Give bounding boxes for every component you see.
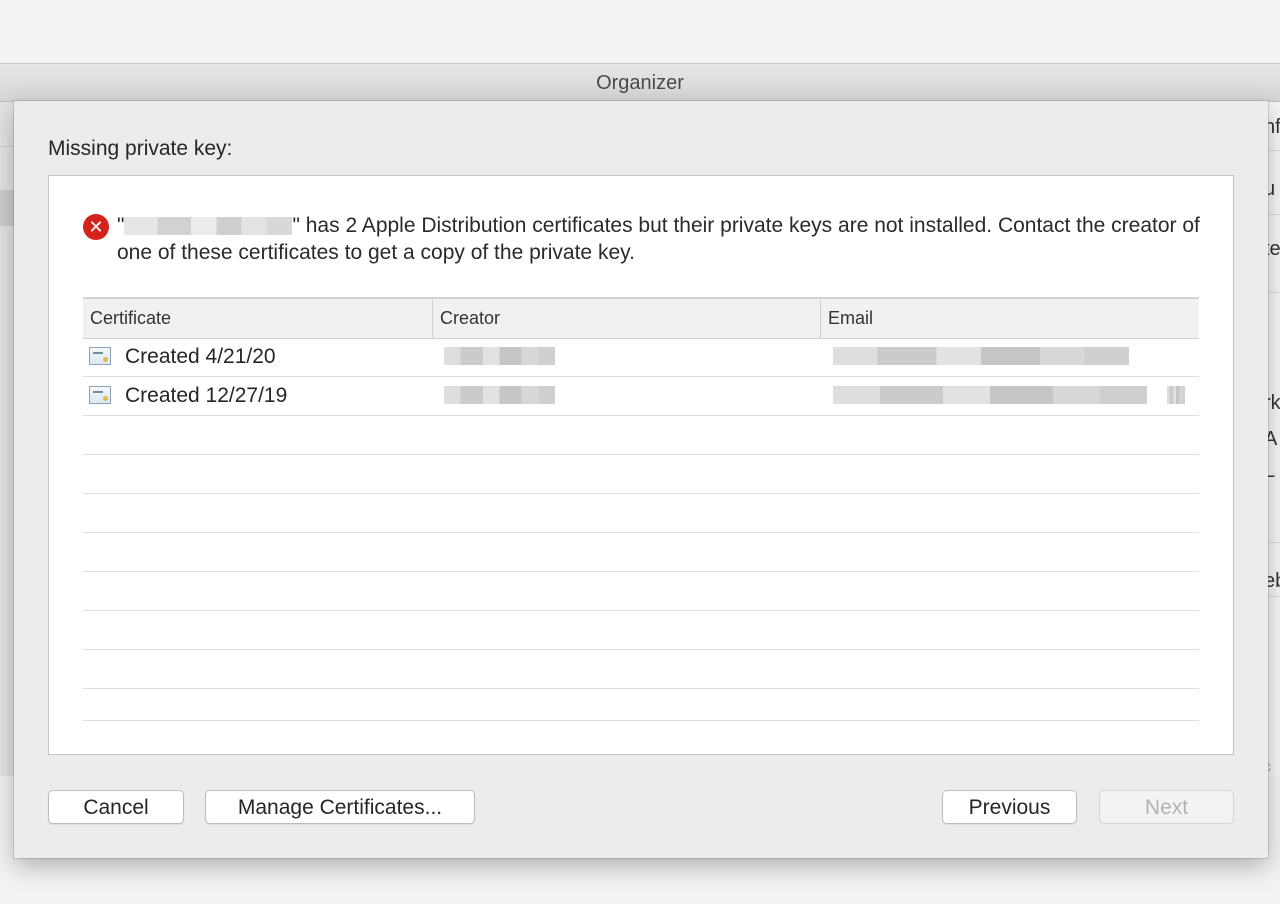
inspector-fragment: nf [1268, 116, 1280, 138]
redacted-email [833, 347, 1129, 365]
empty-table-row [83, 455, 1199, 494]
content-box: ✕ " " has 2 Apple Distribution certificat… [48, 175, 1234, 755]
background-inspector: nf u te rk A L eb c [1268, 102, 1280, 776]
inspector-fragment: c [1268, 758, 1271, 774]
error-icon: ✕ [83, 214, 109, 240]
cancel-button[interactable]: Cancel [48, 790, 184, 824]
error-message-text: " " has 2 Apple Distribution certificates… [117, 212, 1203, 266]
certificate-label: Created 4/21/20 [125, 345, 276, 368]
inspector-fragment: u [1268, 178, 1276, 200]
window-titlebar: Organizer [0, 64, 1280, 102]
message-open-quote: " [117, 214, 125, 237]
window-title: Organizer [596, 72, 684, 94]
certificate-icon [89, 386, 111, 404]
inspector-divider [1268, 542, 1280, 543]
inspector-divider [1268, 596, 1280, 597]
missing-key-sheet: Missing private key: ✕ " " has 2 Apple Di… [14, 101, 1268, 858]
table-header: Certificate Creator Email [83, 297, 1199, 339]
sidebar-selected-item [0, 190, 14, 226]
redacted-creator [444, 347, 555, 365]
redacted-creator [444, 386, 555, 404]
empty-table-row [83, 689, 1199, 721]
manage-certificates-button[interactable]: Manage Certificates... [205, 790, 475, 824]
inspector-divider [1268, 150, 1280, 151]
next-button[interactable]: Next [1099, 790, 1234, 824]
empty-table-row [83, 650, 1199, 689]
inspector-fragment: L [1268, 460, 1276, 482]
inspector-divider [1268, 214, 1280, 215]
background-sidebar [0, 102, 14, 776]
certificate-label: Created 12/27/19 [125, 384, 288, 407]
inspector-fragment: te [1268, 238, 1280, 260]
certificate-icon [89, 347, 111, 365]
sidebar-divider [0, 146, 14, 147]
inspector-fragment: A [1268, 428, 1278, 450]
redacted-email [833, 386, 1147, 404]
redacted-email-end [1167, 386, 1185, 404]
sheet-heading: Missing private key: [48, 137, 233, 160]
column-header-email[interactable]: Email [820, 299, 1199, 338]
inspector-fragment: rk [1268, 392, 1280, 414]
empty-table-row [83, 416, 1199, 455]
column-header-certificate[interactable]: Certificate [83, 299, 432, 338]
inspector-fragment: eb [1268, 570, 1280, 592]
inspector-divider [1268, 292, 1280, 293]
column-header-creator[interactable]: Creator [432, 299, 820, 338]
previous-button[interactable]: Previous [942, 790, 1077, 824]
redacted-name [124, 217, 293, 236]
empty-table-row [83, 494, 1199, 533]
empty-table-row [83, 533, 1199, 572]
certificates-table[interactable]: Certificate Creator Email Created 4/21/2… [83, 297, 1199, 721]
table-row[interactable]: Created 12/27/19 [83, 377, 1199, 416]
empty-table-row [83, 611, 1199, 650]
table-row[interactable]: Created 4/21/20 [83, 338, 1199, 377]
empty-table-row [83, 572, 1199, 611]
